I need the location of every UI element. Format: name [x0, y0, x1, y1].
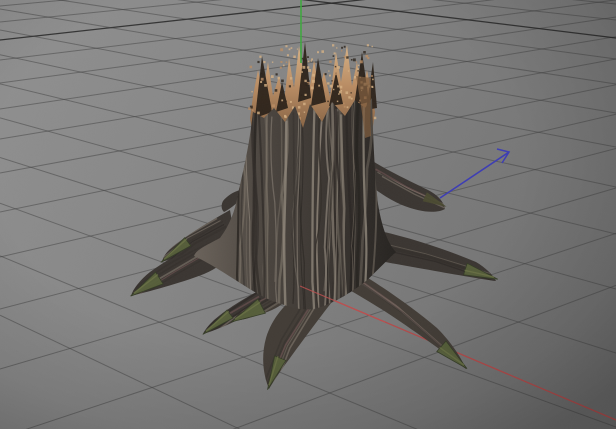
scene-svg	[0, 0, 616, 429]
vignette	[0, 0, 616, 429]
viewport-3d[interactable]	[0, 0, 616, 429]
